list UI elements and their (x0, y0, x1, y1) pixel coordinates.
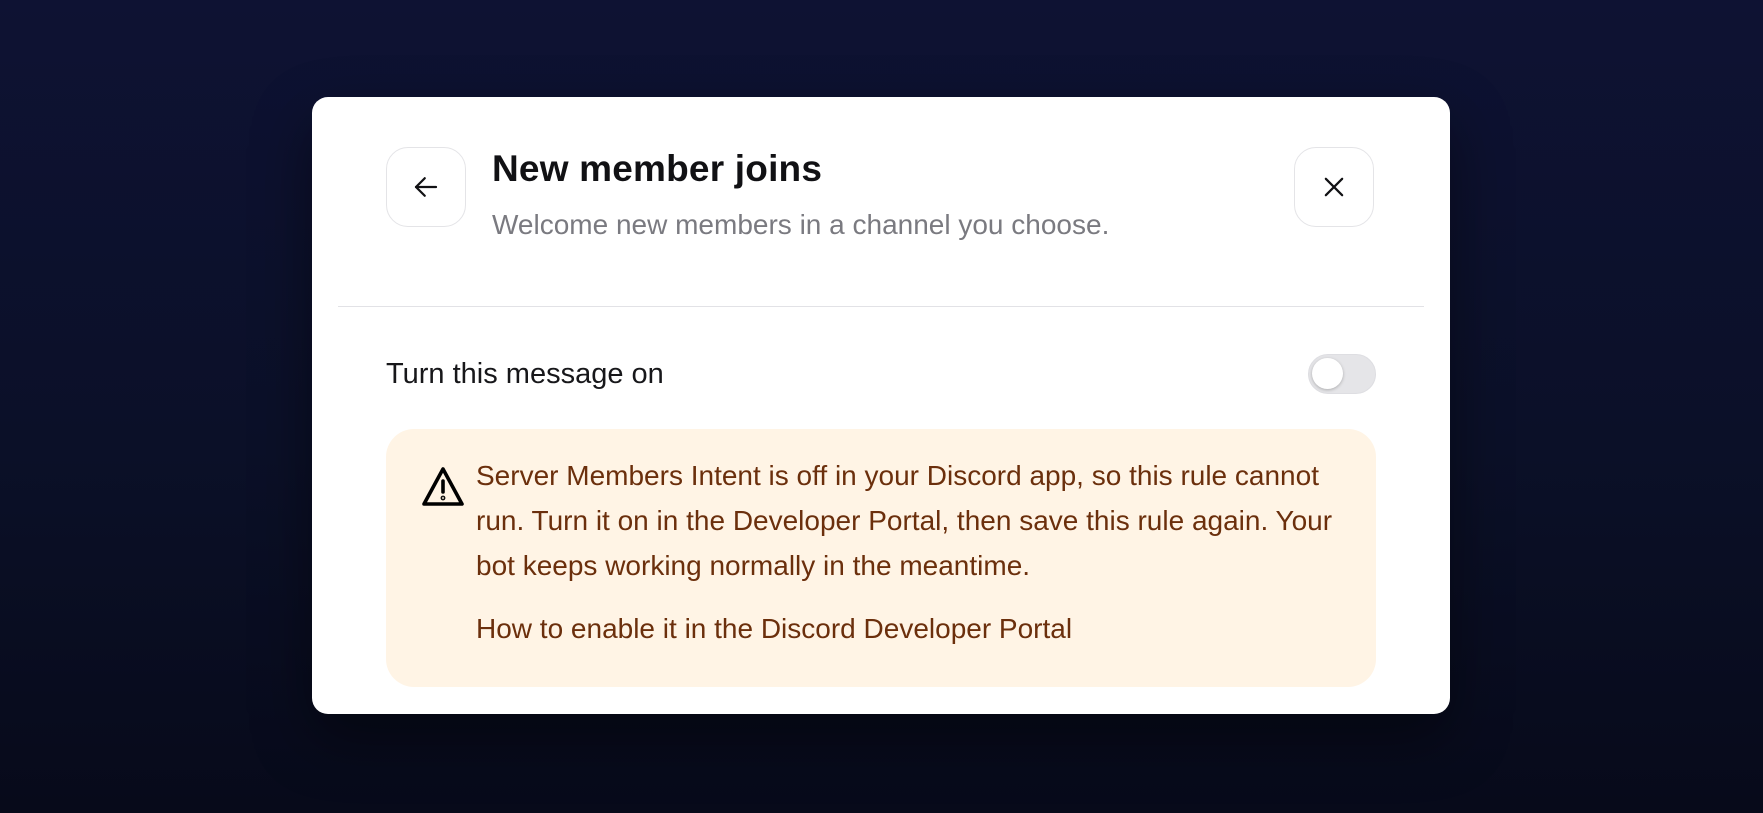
arrow-left-icon (411, 172, 441, 202)
close-icon (1320, 173, 1348, 201)
rule-modal: New member joins Welcome new members in … (312, 97, 1450, 714)
toggle-knob (1312, 358, 1343, 389)
developer-portal-help-link[interactable]: How to enable it in the Discord Develope… (476, 613, 1072, 645)
back-button[interactable] (386, 147, 466, 227)
close-button[interactable] (1294, 147, 1374, 227)
enable-message-toggle[interactable] (1308, 354, 1376, 394)
header-divider (338, 306, 1424, 307)
warning-message: Server Members Intent is off in your Dis… (476, 460, 1333, 581)
enable-message-row: Turn this message on (386, 352, 1376, 396)
modal-subtitle: Welcome new members in a channel you cho… (492, 209, 1110, 240)
modal-title: New member joins (492, 148, 823, 189)
intent-warning-banner: Server Members Intent is off in your Dis… (386, 429, 1376, 687)
modal-header: New member joins Welcome new members in … (312, 97, 1450, 307)
warning-triangle-icon (420, 465, 466, 509)
enable-message-label: Turn this message on (386, 358, 664, 390)
